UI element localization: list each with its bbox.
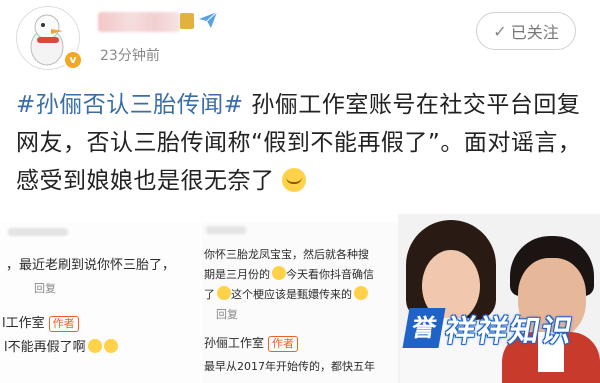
comment-reply: l不能再假了啊 (4, 336, 118, 355)
author-name: l工作室 (2, 316, 45, 331)
follow-button[interactable]: ✓ 已关注 (476, 12, 576, 50)
author-tag: 作者 (48, 316, 79, 332)
comment-line-b: 今天看你抖音确信 (286, 268, 374, 281)
follow-label: 已关注 (510, 23, 559, 42)
comment-author: 孙俪工作室 作者 (204, 334, 299, 352)
laugh-emoji-icon (354, 286, 368, 300)
blurred-line (8, 228, 68, 236)
post-time: 23分钟前 (100, 48, 160, 64)
post-header: v 23分钟前 ✓ 已关注 (0, 0, 600, 78)
laugh-cry-emoji-icon (282, 168, 307, 192)
reply-link[interactable]: 回复 (34, 280, 56, 296)
member-level-icon (180, 13, 194, 29)
reply-text: 最早从2017年开始传的，都快五年 (204, 360, 375, 373)
watermark-box: 誉 (402, 308, 446, 348)
smile-emoji-icon (103, 339, 118, 353)
paper-plane-icon (199, 11, 218, 28)
comment-line: 期是三月份的 今天看你抖音确信 (204, 266, 374, 282)
comment-line-b: 这个梗应该是甄嬛传来的 (231, 288, 352, 301)
celebrity-photo (398, 214, 600, 383)
comment-author: l工作室 作者 (2, 312, 79, 332)
comment-line: 你怀三胎龙凤宝宝，然后就各种搜 (204, 248, 369, 261)
check-icon: ✓ (493, 21, 507, 41)
author-tag: 作者 (268, 336, 299, 352)
username-blurred[interactable] (98, 12, 180, 32)
topic-link[interactable]: #孙俪否认三胎传闻# (16, 92, 244, 118)
comment-screenshot-right: 你怀三胎龙凤宝宝，然后就各种搜 期是三月份的 今天看你抖音确信 了 这个梗应该是甄嬛… (202, 222, 398, 383)
post-body: #孙俪否认三胎传闻# 孙俪工作室账号在社交平台回复网友，否认三胎传闻称“假到不能… (16, 86, 586, 200)
comment-line-a: 期是三月份的 (204, 268, 270, 281)
comment-line: 了 这个梗应该是甄嬛传来的 (204, 286, 368, 302)
comment-line: ，最近老刷到说你怀三胎了， (6, 258, 176, 273)
watermark-text: 祥祥知识 (442, 314, 577, 349)
reply-text: l不能再假了啊 (4, 340, 86, 355)
author-name: 孙俪工作室 (204, 336, 265, 350)
laugh-emoji-icon (217, 286, 231, 300)
smile-emoji-icon (87, 339, 102, 353)
verified-badge-icon: v (63, 50, 83, 70)
comment-screenshot-left: ，最近老刷到说你怀三胎了， 回复 l工作室 作者 l不能再假了啊 (0, 222, 200, 383)
blurred-line (206, 226, 246, 234)
watermark: 誉 祥祥知识 (402, 304, 586, 352)
laugh-emoji-icon (272, 266, 286, 280)
reply-link[interactable]: 回复 (216, 306, 238, 322)
comment-line-a: 了 (204, 288, 215, 301)
